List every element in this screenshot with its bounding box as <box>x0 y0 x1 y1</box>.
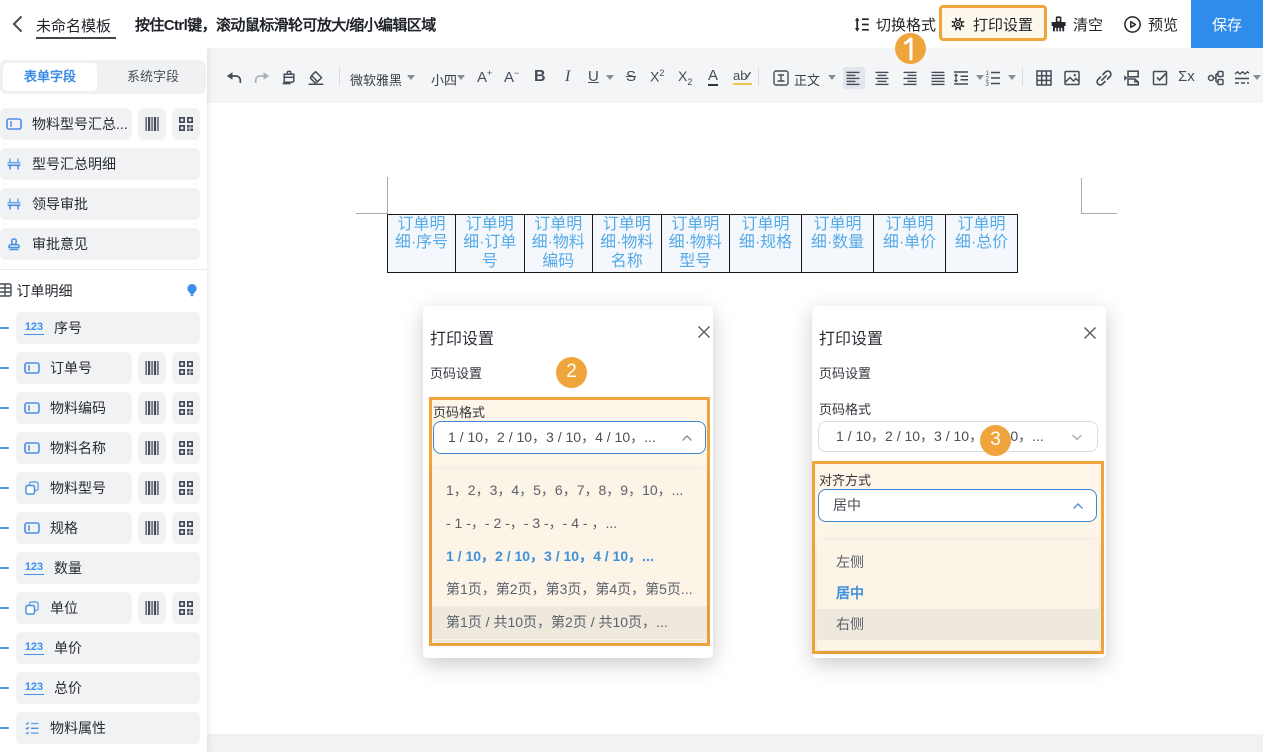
svg-text:3: 3 <box>986 82 990 87</box>
